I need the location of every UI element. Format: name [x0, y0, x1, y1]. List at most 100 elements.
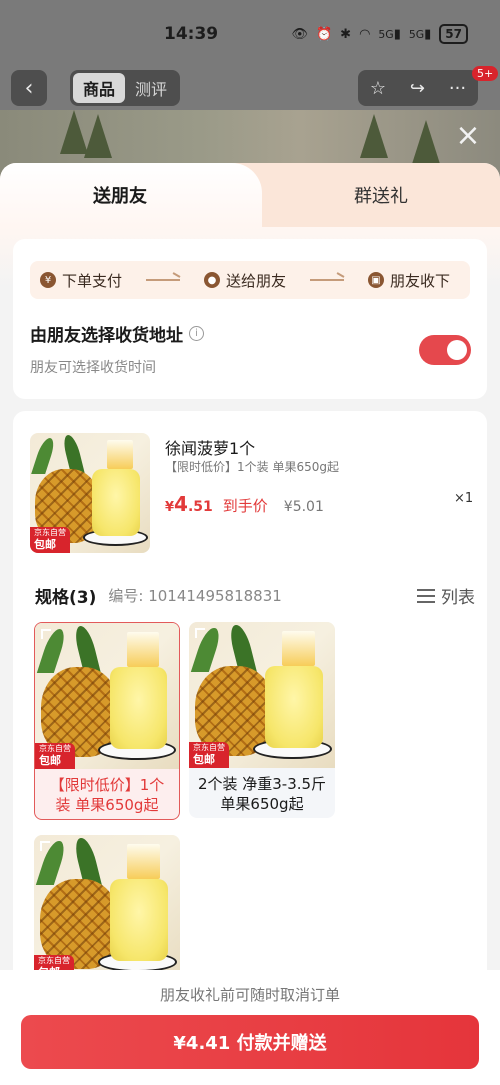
expand-icon[interactable] [41, 629, 51, 639]
signal-icon: 5G▮ [378, 26, 401, 42]
pineapple-crown-decoration [360, 114, 388, 158]
bluetooth-icon: ✱ [340, 26, 352, 42]
toggle-knob [447, 340, 467, 360]
tag-line: 包邮 [39, 754, 61, 767]
jd-self-operated-tag: 京东自营 包邮 [30, 527, 70, 553]
expand-icon[interactable] [40, 841, 50, 851]
jd-self-operated-tag: 京东自营 包邮 [35, 743, 75, 769]
flow-step-send: ● 送给朋友 [204, 270, 286, 291]
yuan-icon: ¥ [40, 272, 56, 288]
final-price: ¥4.51 [165, 492, 213, 516]
tag-line: 京东自营 [34, 528, 66, 537]
address-choice-toggle[interactable] [419, 335, 471, 365]
list-icon [417, 588, 435, 604]
spec-title: 规格(3) [35, 588, 97, 608]
jd-self-operated-tag: 京东自营 包邮 [189, 742, 229, 768]
peeled-pineapple [264, 665, 324, 748]
pineapple-image: 京东自营 包邮 [34, 835, 180, 981]
peeled-pineapple [109, 878, 169, 961]
address-choice-title: 由朋友选择收货地址 i [30, 321, 204, 346]
pineapple-crown-decoration [84, 114, 112, 158]
cancel-note: 朋友收礼前可随时取消订单 [159, 986, 340, 1004]
spec-option[interactable]: 京东自营 包邮 2个装 净重3-3.5斤 单果650g起 [189, 622, 335, 818]
price-symbol: ¥ [165, 500, 175, 515]
spec-option-label: 2个装 净重3-3.5斤 单果650g起 [197, 775, 327, 813]
spec-option-image: 京东自营 包邮 [35, 623, 179, 769]
back-button[interactable]: ‹ [11, 70, 47, 106]
tab-product[interactable]: 商品 [73, 73, 125, 103]
price-row: ¥4.51 到手价 ¥5.01 [165, 492, 324, 516]
pay-and-gift-button[interactable]: ¥4.41 付款并赠送 [21, 1015, 479, 1069]
footer: 朋友收礼前可随时取消订单 ¥4.41 付款并赠送 [0, 970, 500, 1085]
gift-sheet: 送朋友 群送礼 ¥ 下单支付 ● 送给朋友 ▣ 朋友收下 由朋友选择收货地址 i… [0, 163, 500, 1085]
list-view-button[interactable]: 列表 [417, 583, 475, 608]
signal-icon: 5G▮ [408, 26, 432, 42]
pineapple-image: 京东自营 包邮 [35, 623, 179, 769]
price-decimal: .51 [187, 499, 213, 515]
status-icons: 👁 ⏰ ✱ ◠ 5G▮ 5G▮ 57 [291, 24, 468, 44]
pineapple-crown-decoration [412, 120, 440, 164]
alarm-icon: ⏰ [315, 26, 333, 42]
pineapple-leaf [31, 437, 58, 474]
spec-option-label: 【限时低价】1个装 单果650g起 [49, 776, 165, 814]
peeled-pineapple [109, 666, 168, 749]
price-integer: 4 [174, 492, 188, 516]
juice-glass [127, 631, 159, 667]
flow-step-pay: ¥ 下单支付 [40, 270, 122, 291]
gift-flow-card: ¥ 下单支付 ● 送给朋友 ▣ 朋友收下 由朋友选择收货地址 i 朋友可选择收货… [13, 239, 487, 399]
flow-step-label: 下单支付 [62, 271, 123, 290]
pineapple-leaf [226, 624, 257, 672]
tag-line: 包邮 [193, 753, 215, 766]
close-icon[interactable]: × [452, 120, 484, 152]
tag-line: 京东自营 [38, 956, 70, 965]
battery-icon: 57 [439, 24, 468, 44]
nav-actions: ☆ ↪ ··· [358, 70, 478, 106]
arrow-right-icon [310, 279, 345, 281]
eye-icon: 👁 [291, 26, 308, 42]
final-price-label: 到手价 [222, 497, 268, 515]
tab-group-gift[interactable]: 群送礼 [262, 163, 500, 227]
share-icon[interactable]: ↪ [410, 78, 425, 99]
tag-line: 京东自营 [39, 744, 71, 753]
gift-flow-steps: ¥ 下单支付 ● 送给朋友 ▣ 朋友收下 [30, 261, 470, 299]
product-thumbnail[interactable]: 京东自营 包邮 [30, 433, 150, 553]
pineapple-leaf [72, 625, 102, 673]
status-time: 14:39 [164, 24, 219, 44]
flow-step-label: 朋友收下 [390, 271, 451, 290]
gift-tabs: 送朋友 群送礼 [0, 163, 500, 227]
tab-review[interactable]: 测评 [125, 73, 177, 103]
wifi-icon: ◠ [359, 26, 371, 42]
address-title-text: 由朋友选择收货地址 [30, 326, 183, 346]
info-icon[interactable]: i [189, 326, 204, 341]
pineapple-image: 京东自营 包邮 [30, 433, 150, 553]
star-icon[interactable]: ☆ [370, 78, 386, 99]
tab-send-friend[interactable]: 送朋友 [0, 163, 240, 227]
juice-glass [106, 440, 134, 469]
expand-icon[interactable] [195, 628, 205, 638]
arrow-right-icon [146, 279, 181, 281]
pineapple-image: 京东自营 包邮 [189, 622, 335, 768]
flow-step-label: 送给朋友 [226, 271, 287, 290]
flow-step-receive: ▣ 朋友收下 [368, 270, 450, 291]
juice-glass [282, 630, 315, 666]
product-spec: 【限时低价】1个装 单果650g起 [165, 460, 339, 474]
spec-option[interactable]: 京东自营 包邮 [34, 835, 180, 981]
spec-option-image: 京东自营 包邮 [189, 622, 335, 768]
spec-header: 规格(3) 编号: 10141495818831 列表 [35, 583, 475, 608]
spec-option-image: 京东自营 包邮 [34, 835, 180, 981]
spec-option[interactable]: 京东自营 包邮 【限时低价】1个装 单果650g起 [34, 622, 180, 820]
product-code: 编号: 10141495818831 [108, 587, 282, 605]
tag-line: 包邮 [34, 538, 56, 551]
chat-icon: ● [204, 272, 221, 288]
peeled-pineapple [92, 469, 141, 537]
more-icon[interactable]: ··· [449, 78, 466, 99]
address-choice-subtitle: 朋友可选择收货时间 [30, 360, 156, 376]
original-price: ¥5.01 [283, 499, 324, 515]
gift-icon: ▣ [368, 272, 385, 288]
top-nav: ‹ 商品 测评 ☆ ↪ ··· 5+ [0, 66, 500, 108]
message-badge: 5+ [472, 66, 499, 81]
quantity: ×1 [454, 491, 474, 506]
juice-glass [127, 843, 160, 879]
product-tabs: 商品 测评 [70, 70, 180, 106]
product-name: 徐闻菠萝1个 [165, 439, 256, 458]
